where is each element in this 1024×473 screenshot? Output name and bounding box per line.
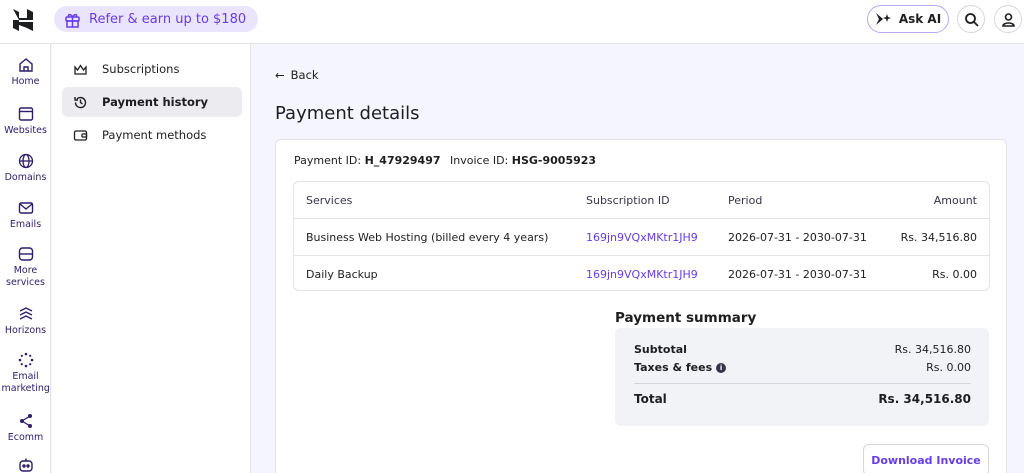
- rail-item-home[interactable]: Home: [0, 57, 51, 88]
- billing-sub-nav: Subscriptions Payment history Payment me…: [52, 44, 251, 473]
- hostinger-logo-icon[interactable]: [12, 8, 34, 32]
- crown-icon: [74, 63, 87, 75]
- rail-item-email-marketing[interactable]: Email marketing: [0, 352, 51, 395]
- search-icon: [964, 12, 979, 27]
- mail-icon: [18, 202, 33, 214]
- subscription-id-link[interactable]: 169jn9VQxMKtr1JH9: [586, 256, 698, 293]
- subnav-item-payment-history[interactable]: Payment history: [62, 87, 242, 117]
- server-icon: [18, 247, 33, 261]
- payment-details-card: Payment ID: H_47929497 Invoice ID: HSG-9…: [275, 139, 1007, 473]
- globe-icon: [18, 153, 33, 169]
- rail-item-emails[interactable]: Emails: [0, 200, 51, 231]
- arrow-left-icon: ←: [275, 68, 285, 82]
- download-invoice-button[interactable]: Download Invoice: [863, 444, 989, 473]
- ask-ai-button[interactable]: Ask AI: [867, 5, 949, 33]
- subnav-item-payment-methods[interactable]: Payment methods: [62, 120, 242, 150]
- payment-id-value: H_47929497: [364, 154, 441, 167]
- table-header: Services Subscription ID Period Amount: [294, 182, 989, 219]
- main-nav-rail: Home Websites Domains Emails More servic…: [0, 44, 51, 473]
- home-icon: [18, 58, 33, 72]
- search-button[interactable]: [957, 5, 985, 33]
- ask-ai-label: Ask AI: [898, 12, 942, 26]
- account-button[interactable]: [994, 5, 1022, 33]
- wallet-icon: [73, 129, 88, 141]
- rail-item-horizons[interactable]: Horizons: [0, 306, 51, 337]
- table-row: Business Web Hosting (billed every 4 yea…: [294, 219, 989, 256]
- browser-icon: [18, 107, 33, 121]
- user-icon: [1001, 12, 1015, 27]
- rail-item-websites[interactable]: Websites: [0, 106, 51, 137]
- back-link[interactable]: ← Back: [275, 68, 319, 82]
- refer-earn-label: Refer & earn up to $180: [89, 11, 247, 27]
- invoice-id-value: HSG-9005923: [511, 154, 597, 167]
- rail-item-domains[interactable]: Domains: [0, 153, 51, 184]
- rail-item-more-services[interactable]: More services: [0, 246, 51, 289]
- table-row: Daily Backup 169jn9VQxMKtr1JH9 2026-07-3…: [294, 256, 989, 293]
- payment-summary: Subtotal Rs. 34,516.80 Taxes & fees i Rs…: [615, 328, 989, 426]
- share-nodes-icon: [19, 414, 32, 428]
- summary-divider: [634, 383, 971, 384]
- subtotal-line: Subtotal Rs. 34,516.80: [634, 343, 971, 356]
- top-bar: Refer & earn up to $180 Ask AI: [0, 0, 1024, 44]
- info-icon[interactable]: i: [716, 362, 727, 373]
- payment-summary-title: Payment summary: [615, 310, 757, 326]
- ai-sparkle-icon: [875, 13, 891, 25]
- sparkle-icon: [18, 352, 33, 368]
- history-icon: [74, 96, 87, 108]
- payment-ids: Payment ID: H_47929497 Invoice ID: HSG-9…: [294, 154, 597, 167]
- rail-item-ecomm[interactable]: Ecomm: [0, 413, 51, 444]
- gift-icon: [65, 13, 80, 28]
- page-title: Payment details: [275, 103, 420, 124]
- taxes-line: Taxes & fees i Rs. 0.00: [634, 361, 971, 374]
- refer-earn-button[interactable]: Refer & earn up to $180: [54, 6, 259, 32]
- rail-item-more[interactable]: [0, 457, 51, 473]
- subnav-item-subscriptions[interactable]: Subscriptions: [62, 54, 242, 84]
- waves-icon: [19, 307, 32, 320]
- total-line: Total Rs. 34,516.80: [634, 392, 971, 406]
- services-table: Services Subscription ID Period Amount B…: [293, 181, 990, 291]
- bot-icon: [18, 458, 33, 472]
- subscription-id-link[interactable]: 169jn9VQxMKtr1JH9: [586, 219, 698, 256]
